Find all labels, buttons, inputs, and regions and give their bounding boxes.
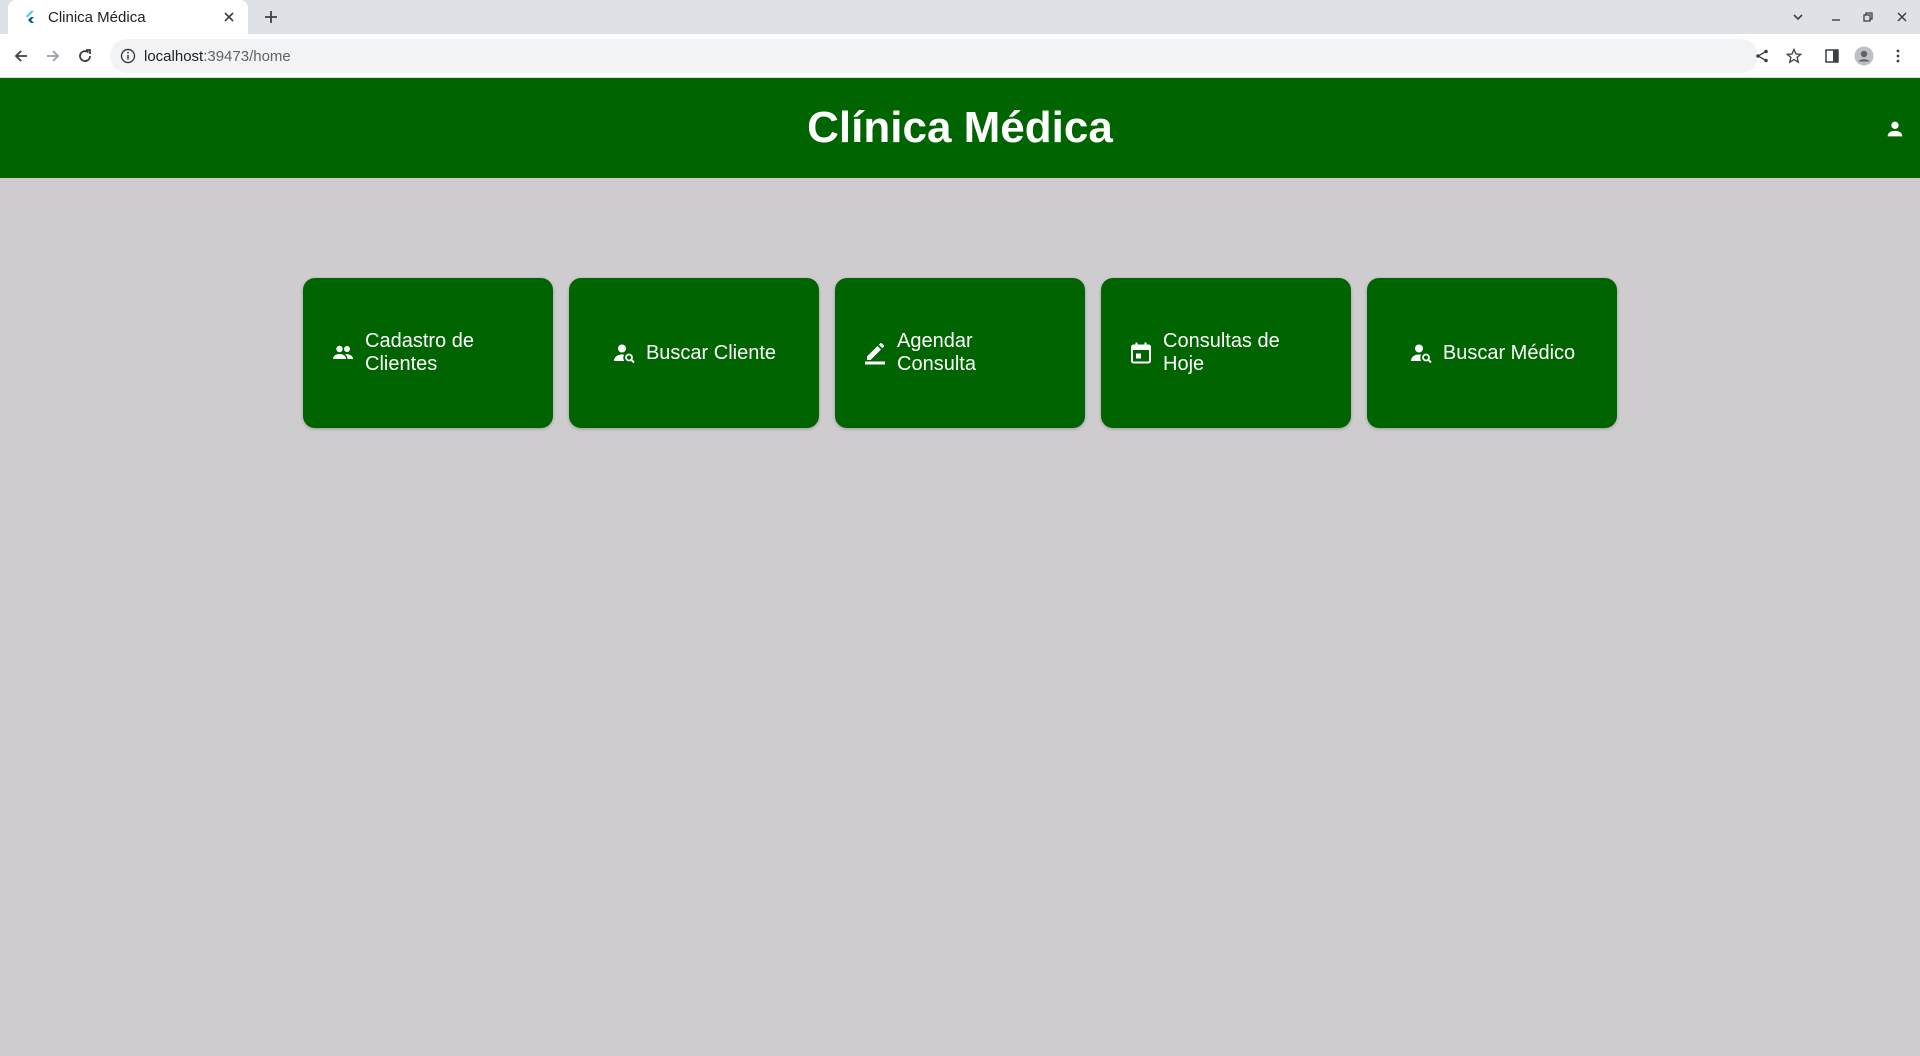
card-label: Buscar Cliente: [645, 341, 777, 364]
flutter-icon: [22, 9, 38, 25]
edit-icon: [863, 341, 887, 365]
url-path: :39473/home: [203, 47, 291, 65]
address-bar[interactable]: localhost:39473/home: [110, 39, 1758, 73]
back-icon[interactable]: [9, 44, 33, 68]
card-label: Buscar Médico: [1442, 341, 1576, 364]
side-panel-icon[interactable]: [1820, 44, 1844, 68]
minimize-icon[interactable]: [1824, 6, 1848, 28]
tab-title: Clinica Médica: [48, 8, 146, 26]
consultas-hoje-button[interactable]: Consultas de Hoje: [1101, 278, 1351, 428]
tab-search-icon[interactable]: [1786, 6, 1810, 28]
browser-menu-icon[interactable]: [1886, 44, 1910, 68]
card-label: Consultas de Hoje: [1163, 330, 1280, 375]
person-search-icon: [1409, 341, 1433, 365]
buscar-medico-button[interactable]: Buscar Médico: [1367, 278, 1617, 428]
card-label: Cadastro de Clientes: [365, 330, 474, 375]
browser-toolbar: localhost:39473/home: [0, 34, 1920, 78]
app-header: Clínica Médica: [0, 78, 1920, 178]
cadastro-clientes-button[interactable]: Cadastro de Clientes: [303, 278, 553, 428]
person-search-icon: [612, 341, 636, 365]
reload-icon[interactable]: [73, 44, 97, 68]
calendar-icon: [1129, 341, 1153, 365]
page-title: Clínica Médica: [807, 103, 1113, 152]
profile-avatar-icon[interactable]: [1852, 44, 1876, 68]
url-host: localhost: [144, 47, 204, 65]
buscar-cliente-button[interactable]: Buscar Cliente: [569, 278, 819, 428]
people-icon: [331, 341, 355, 365]
close-window-icon[interactable]: [1890, 6, 1914, 28]
agendar-consulta-button[interactable]: Agendar Consulta: [835, 278, 1085, 428]
person-icon[interactable]: [1882, 116, 1908, 142]
browser-tab[interactable]: Clinica Médica: [8, 0, 248, 34]
card-label: Agendar Consulta: [897, 330, 976, 375]
new-tab-icon[interactable]: [260, 6, 282, 28]
close-tab-icon[interactable]: [220, 8, 238, 26]
restore-icon[interactable]: [1856, 6, 1880, 28]
site-info-icon[interactable]: [120, 48, 136, 64]
bookmark-star-icon[interactable]: [1782, 44, 1806, 68]
share-icon[interactable]: [1750, 44, 1774, 68]
menu-cards: Cadastro de Clientes Buscar Cliente Agen…: [303, 278, 1617, 428]
browser-tab-bar: Clinica Médica: [0, 0, 1920, 34]
forward-icon[interactable]: [41, 44, 65, 68]
